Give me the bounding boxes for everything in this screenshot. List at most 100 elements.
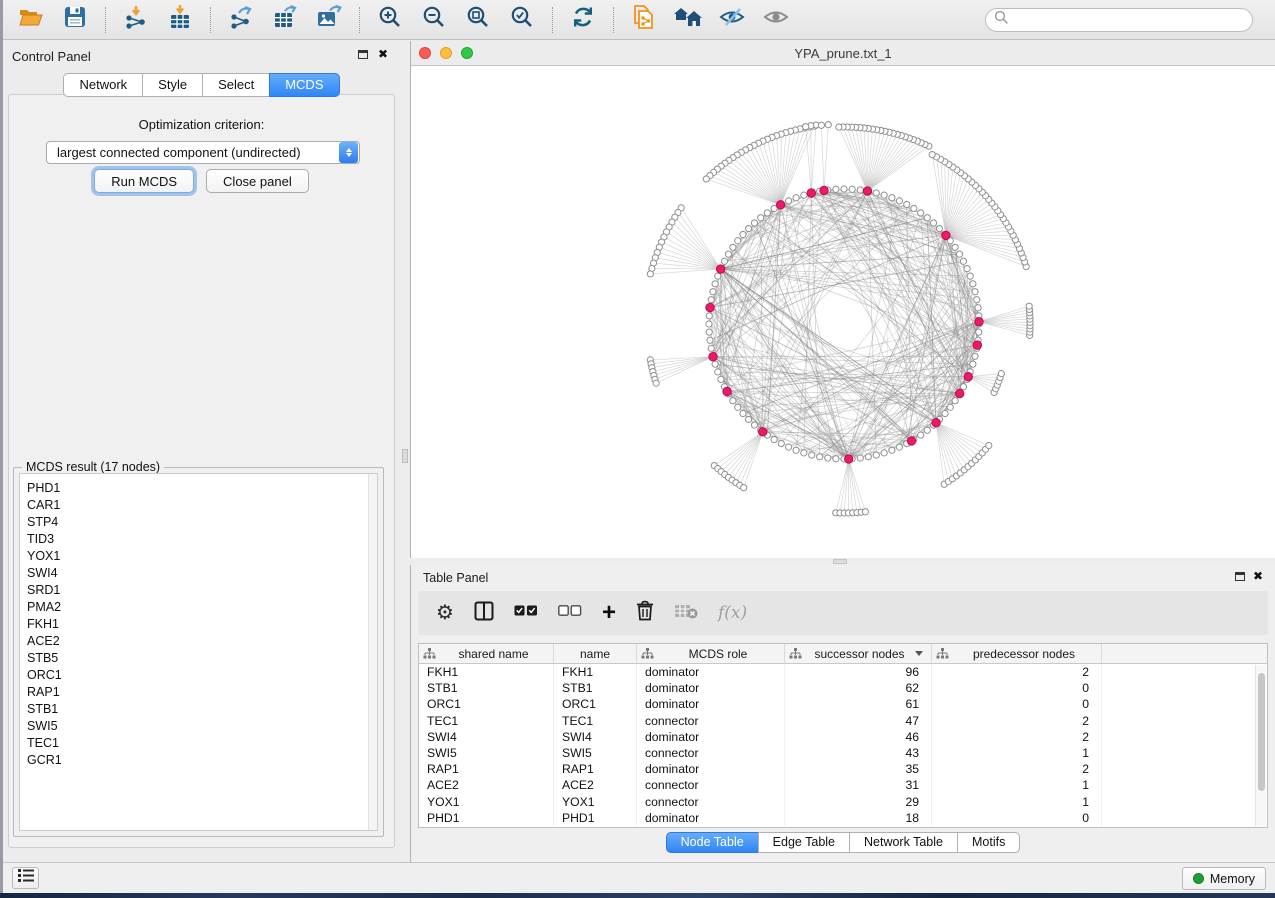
graph-dominator-node[interactable]	[706, 303, 714, 311]
graph-dominator-node[interactable]	[807, 189, 815, 197]
graph-node[interactable]	[930, 220, 936, 226]
zoom-selected-button[interactable]	[503, 4, 541, 36]
graph-node[interactable]	[730, 244, 736, 250]
graph-node[interactable]	[803, 124, 809, 130]
graph-node[interactable]	[825, 122, 831, 128]
graph-node[interactable]	[745, 225, 751, 231]
graph-node[interactable]	[785, 444, 791, 450]
table-row[interactable]: TEC1TEC1connector472	[419, 713, 1267, 729]
graph-node[interactable]	[751, 422, 757, 428]
import-network-button[interactable]	[117, 4, 155, 36]
graph-node[interactable]	[751, 220, 757, 226]
graph-dominator-node[interactable]	[709, 352, 717, 360]
graph-node[interactable]	[967, 273, 973, 279]
graph-node[interactable]	[740, 410, 746, 416]
graph-node[interactable]	[730, 398, 736, 404]
graph-node[interactable]	[715, 369, 721, 375]
graph-node[interactable]	[974, 297, 980, 303]
splitter-handle[interactable]	[833, 559, 847, 564]
mcds-result-item[interactable]: YOX1	[20, 547, 377, 564]
mcds-result-item[interactable]: PHD1	[20, 474, 377, 496]
graph-node[interactable]	[942, 410, 948, 416]
column-header-shared-name[interactable]: shared name	[419, 644, 554, 663]
network-canvas[interactable]	[411, 66, 1275, 558]
mcds-result-item[interactable]: RAP1	[20, 683, 377, 700]
mcds-result-item[interactable]: SWI4	[20, 564, 377, 581]
graph-node[interactable]	[986, 442, 992, 448]
mcds-result-item[interactable]: GCR1	[20, 751, 377, 768]
tab-motifs[interactable]: Motifs	[957, 832, 1020, 853]
close-panel-button[interactable]: Close panel	[206, 169, 309, 193]
mcds-result-list[interactable]: PHD1CAR1STP4TID3YOX1SWI4SRD1PMA2FKH1ACE2…	[19, 473, 378, 831]
graph-node[interactable]	[833, 186, 839, 192]
graph-node[interactable]	[825, 455, 831, 461]
graph-node[interactable]	[710, 289, 716, 295]
table-row[interactable]: PHD1PHD1dominator180	[419, 810, 1267, 826]
graph-node[interactable]	[708, 297, 714, 303]
graph-node[interactable]	[841, 186, 847, 192]
graph-node[interactable]	[964, 265, 970, 271]
network-graph[interactable]	[411, 66, 1275, 558]
close-panel-icon[interactable]: ✖	[378, 47, 388, 61]
graph-node[interactable]	[741, 485, 747, 491]
table-row[interactable]: RAP1RAP1dominator352	[419, 761, 1267, 777]
graph-node[interactable]	[771, 436, 777, 442]
graph-node[interactable]	[725, 251, 731, 257]
graph-node[interactable]	[1026, 303, 1032, 309]
tab-edge-table[interactable]: Edge Table	[758, 832, 850, 853]
graph-node[interactable]	[865, 454, 871, 460]
graph-node[interactable]	[918, 432, 924, 438]
graph-node[interactable]	[647, 271, 653, 277]
graph-node[interactable]	[918, 210, 924, 216]
close-panel-icon[interactable]: ✖	[1253, 569, 1263, 583]
table-row[interactable]: FKH1FKH1dominator962	[419, 664, 1267, 680]
graph-node[interactable]	[972, 353, 978, 359]
graph-dominator-node[interactable]	[907, 437, 915, 445]
graph-node[interactable]	[715, 273, 721, 279]
mcds-result-item[interactable]: ACE2	[20, 632, 377, 649]
graph-dominator-node[interactable]	[845, 455, 853, 463]
graph-node[interactable]	[708, 345, 714, 351]
graph-node[interactable]	[924, 215, 930, 221]
mcds-result-item[interactable]: STB1	[20, 700, 377, 717]
graph-node[interactable]	[857, 187, 863, 193]
import-table-button[interactable]	[161, 4, 199, 36]
column-header-name[interactable]: name	[554, 644, 637, 663]
export-table-button[interactable]	[266, 4, 304, 36]
column-header-successor-nodes[interactable]: successor nodes	[785, 644, 932, 663]
graph-node[interactable]	[881, 192, 887, 198]
column-header-mcds-role[interactable]: MCDS role	[637, 644, 785, 663]
graph-node[interactable]	[706, 321, 712, 327]
graph-node[interactable]	[956, 251, 962, 257]
graph-dominator-node[interactable]	[956, 389, 964, 397]
graph-node[interactable]	[936, 225, 942, 231]
graph-node[interactable]	[817, 454, 823, 460]
graph-node[interactable]	[849, 186, 855, 192]
float-panel-icon[interactable]	[1235, 572, 1245, 581]
task-history-button[interactable]	[12, 867, 39, 889]
graph-dominator-node[interactable]	[759, 428, 767, 436]
vertical-splitter[interactable]	[400, 41, 410, 862]
graph-dominator-node[interactable]	[723, 387, 731, 395]
graph-dominator-node[interactable]	[863, 187, 871, 195]
graph-node[interactable]	[873, 190, 879, 196]
graph-node[interactable]	[952, 244, 958, 250]
graph-dominator-node[interactable]	[932, 419, 940, 427]
graph-node[interactable]	[745, 416, 751, 422]
graph-node[interactable]	[972, 289, 978, 295]
export-image-button[interactable]	[310, 4, 348, 36]
scrollbar-thumb[interactable]	[1258, 673, 1265, 791]
graph-node[interactable]	[976, 329, 982, 335]
graph-node[interactable]	[947, 404, 953, 410]
select-all-button[interactable]	[514, 600, 538, 626]
graph-node[interactable]	[718, 376, 724, 382]
hide-selected-button[interactable]	[713, 4, 751, 36]
graph-dominator-node[interactable]	[964, 373, 972, 381]
graph-node[interactable]	[809, 452, 815, 458]
column-header-predecessor-nodes[interactable]: predecessor nodes	[932, 644, 1102, 663]
graph-node[interactable]	[889, 195, 895, 201]
graph-node[interactable]	[857, 455, 863, 461]
horizontal-splitter[interactable]	[410, 558, 1275, 565]
graph-node[interactable]	[712, 281, 718, 287]
memory-button[interactable]: Memory	[1182, 867, 1266, 890]
